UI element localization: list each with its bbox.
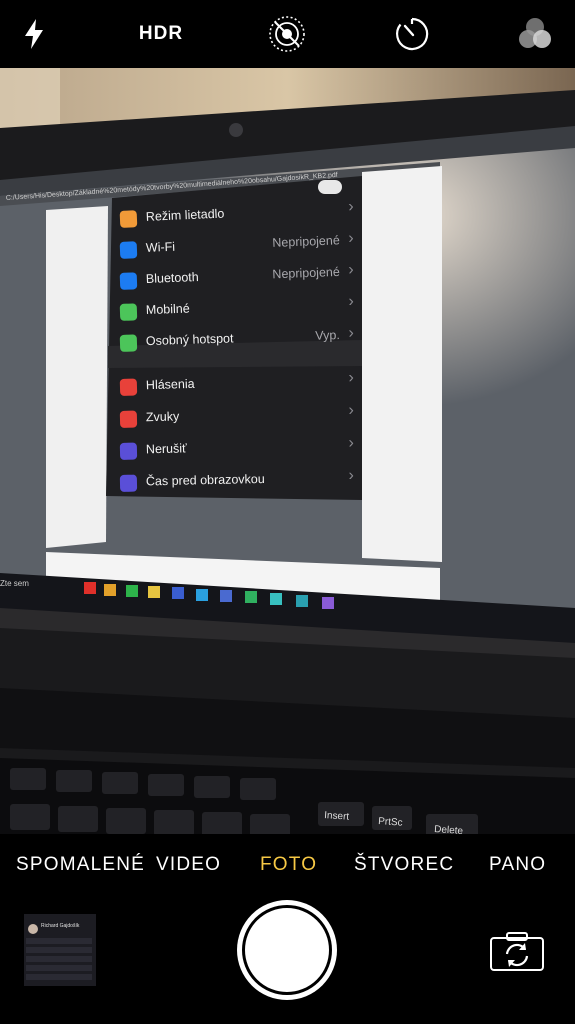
settings-row: Nerušiť ›: [118, 434, 358, 464]
thumbnail-list: [26, 938, 92, 982]
camera-bottom-controls: Richard Gajdošík: [0, 900, 575, 1024]
settings-row-label: Bluetooth: [145, 270, 199, 286]
antenna-icon: [119, 303, 138, 321]
camera-top-bar: HDR: [0, 0, 575, 68]
mode-square[interactable]: ŠTVOREC: [354, 854, 454, 876]
camera-mode-selector: SPOMALENÉ VIDEO FOTO ŠTVOREC PANO: [0, 834, 575, 900]
settings-row-value: Vyp.: [315, 328, 341, 343]
settings-row: Zvuky ›: [118, 402, 359, 432]
camera-viewfinder[interactable]: C:/Users/His/Desktop/Základné%20metódy%2…: [0, 68, 575, 834]
settings-row: Bluetooth Nepripojené ›: [118, 261, 359, 294]
settings-row-label: Wi-Fi: [145, 239, 176, 255]
settings-row: Osobný hotspot Vyp. ›: [118, 324, 359, 356]
chevron-right-icon: ›: [348, 369, 355, 387]
thumbnail-avatar: [28, 924, 38, 934]
hourglass-icon: [119, 474, 138, 492]
settings-row-label: Osobný hotspot: [145, 331, 234, 349]
settings-row-label: Nerušiť: [145, 441, 187, 457]
camera-flip-icon[interactable]: [489, 930, 545, 972]
filters-icon[interactable]: [514, 12, 556, 56]
mode-slow-motion[interactable]: SPOMALENÉ: [16, 854, 145, 876]
timer-icon[interactable]: [392, 12, 432, 56]
settings-row-label: Hlásenia: [145, 376, 195, 393]
shutter-button[interactable]: [237, 900, 337, 1000]
settings-row: Wi-Fi Nepripojené ›: [118, 230, 359, 263]
settings-row: Hlásenia ›: [118, 369, 359, 400]
chevron-right-icon: ›: [347, 198, 355, 216]
settings-row: Režim lietadlo ›: [117, 198, 358, 232]
chevron-right-icon: ›: [348, 324, 355, 342]
settings-row: Mobilné ›: [118, 293, 359, 325]
settings-row-label: Režim lietadlo: [145, 206, 225, 224]
settings-row-value: Nepripojené: [272, 264, 341, 282]
hdr-toggle[interactable]: HDR: [130, 12, 192, 56]
shutter-inner: [242, 905, 332, 995]
chevron-right-icon: ›: [348, 401, 355, 419]
last-photo-thumbnail[interactable]: Richard Gajdošík: [24, 914, 96, 986]
mode-photo[interactable]: FOTO: [260, 854, 317, 876]
live-photo-off-icon[interactable]: [266, 12, 308, 56]
settings-row-label: Zvuky: [145, 409, 180, 425]
chevron-right-icon: ›: [348, 292, 355, 311]
chevron-right-icon: ›: [348, 229, 355, 247]
settings-row-label: Čas pred obrazovkou: [145, 471, 265, 489]
settings-row-label: Mobilné: [145, 301, 190, 318]
wifi-icon: [119, 241, 138, 259]
mode-pano[interactable]: PANO: [489, 854, 546, 876]
settings-row: Čas pred obrazovkou ›: [118, 467, 358, 496]
chevron-right-icon: ›: [348, 467, 355, 485]
flash-bolt-icon[interactable]: [14, 12, 54, 56]
hotspot-icon: [119, 334, 138, 352]
notifications-icon: [119, 378, 138, 396]
settings-screenshot: Režim lietadlo › Wi-Fi Nepripojené › Bluetoot…: [0, 68, 575, 834]
thumbnail-name: Richard Gajdošík: [41, 923, 80, 929]
mode-video[interactable]: VIDEO: [156, 854, 221, 876]
bluetooth-icon: [119, 272, 138, 290]
chevron-right-icon: ›: [348, 434, 355, 452]
settings-row-value: Nepripojené: [272, 233, 341, 250]
chevron-right-icon: ›: [348, 261, 355, 279]
sound-icon: [119, 410, 138, 428]
airplane-icon: [119, 210, 138, 228]
moon-icon: [119, 442, 138, 460]
